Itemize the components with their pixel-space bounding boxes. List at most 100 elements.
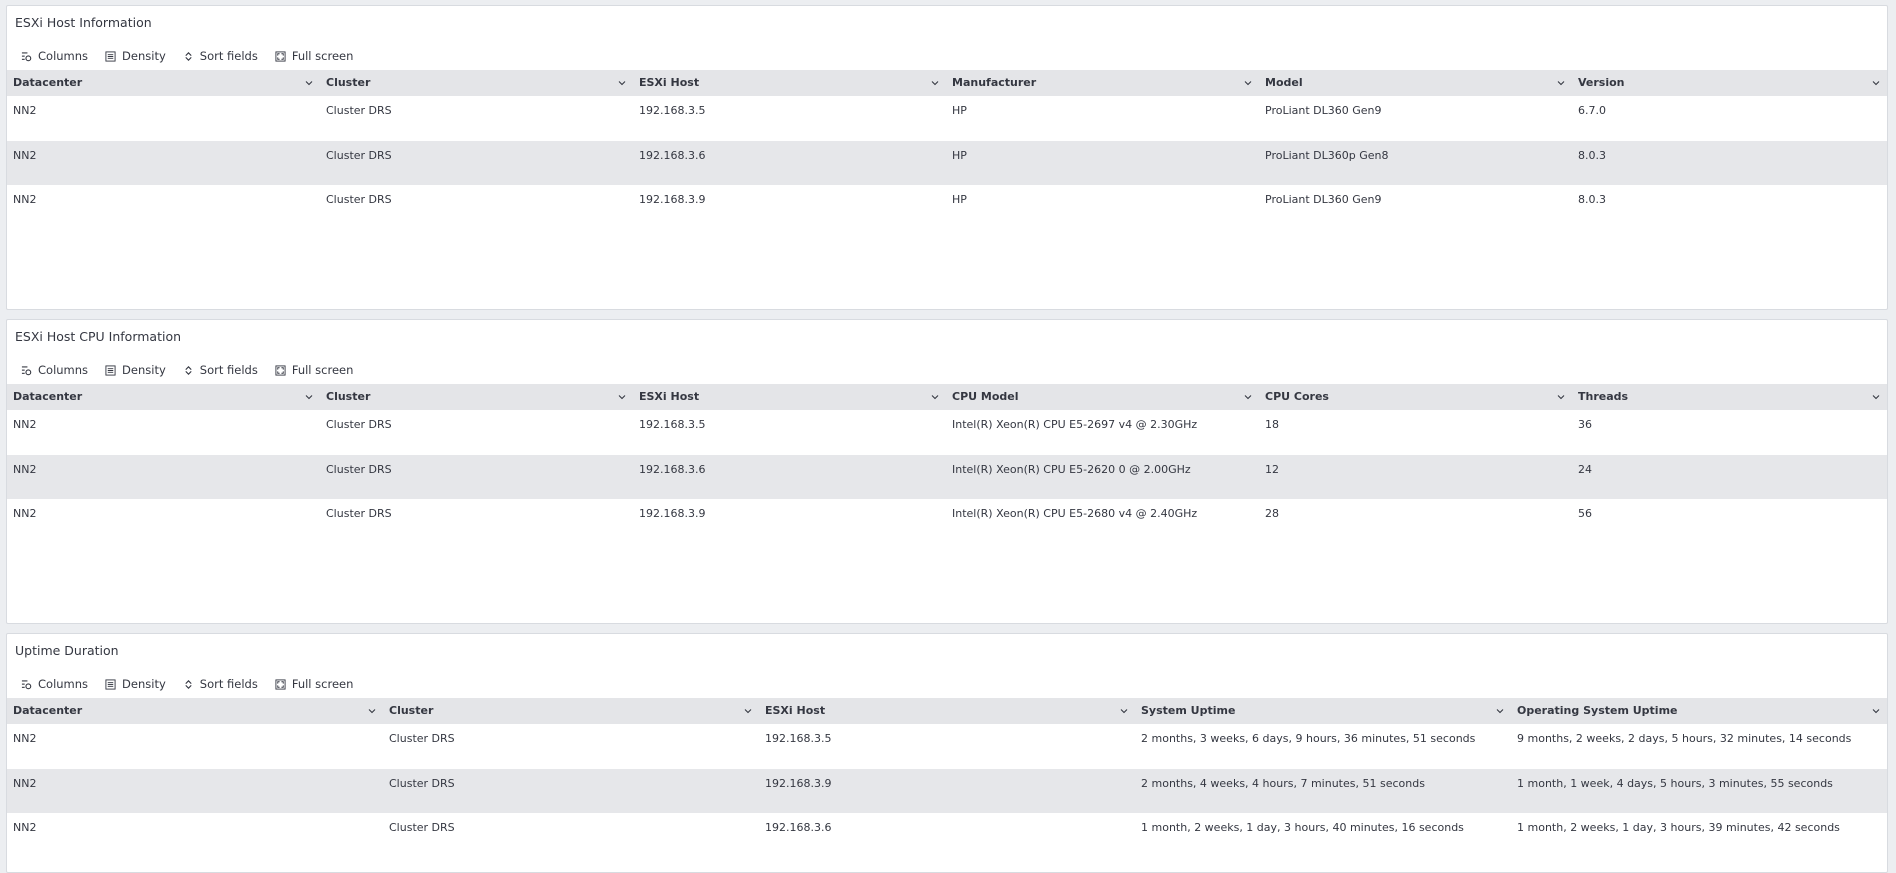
density-button[interactable]: Density — [105, 677, 166, 691]
full-screen-label: Full screen — [291, 677, 354, 691]
cell-datacenter: NN2 — [13, 149, 37, 162]
columns-button[interactable]: Columns — [21, 49, 88, 63]
column-header-esxi-host[interactable]: ESXi Host — [759, 698, 1135, 724]
chevron-down-icon[interactable] — [1871, 392, 1881, 402]
column-header-label: CPU Model — [952, 390, 1019, 403]
full-screen-button[interactable]: Full screen — [275, 677, 354, 691]
cell-datacenter: NN2 — [13, 507, 37, 520]
cell-threads: 56 — [1578, 507, 1592, 520]
cell-datacenter: NN2 — [13, 463, 37, 476]
cell-cluster: Cluster DRS — [326, 149, 392, 162]
sort-fields-label: Sort fields — [199, 677, 258, 691]
column-header-version[interactable]: Version — [1572, 70, 1887, 96]
table-row[interactable]: NN2 Cluster DRS 192.168.3.9 HP ProLiant DL36… — [7, 185, 1887, 229]
table-row[interactable]: NN2 Cluster DRS 192.168.3.5 2 months, 3 wee… — [7, 724, 1887, 769]
cell-esxi-host: 192.168.3.6 — [639, 463, 706, 476]
column-header-datacenter[interactable]: Datacenter — [7, 698, 383, 724]
panel-title: ESXi Host Information — [15, 15, 152, 30]
column-header-cluster[interactable]: Cluster — [320, 70, 633, 96]
cell-version: 8.0.3 — [1578, 149, 1606, 162]
chevron-down-icon[interactable] — [617, 78, 627, 88]
chevron-down-icon[interactable] — [1495, 706, 1505, 716]
columns-label: Columns — [38, 363, 89, 377]
sort-fields-label: Sort fields — [199, 363, 258, 377]
chevron-down-icon[interactable] — [930, 78, 940, 88]
table-row[interactable]: NN2 Cluster DRS 192.168.3.6 Intel(R) Xeon(R… — [7, 455, 1887, 499]
chevron-down-icon[interactable] — [1243, 392, 1253, 402]
sort-fields-button[interactable]: Sort fields — [183, 363, 258, 377]
column-header-system-uptime[interactable]: System Uptime — [1135, 698, 1511, 724]
cell-cpu-model: Intel(R) Xeon(R) CPU E5-2620 0 @ 2.00GHz — [952, 463, 1191, 476]
column-header-cluster[interactable]: Cluster — [320, 384, 633, 410]
columns-label: Columns — [38, 49, 89, 63]
sort-icon — [183, 365, 194, 376]
columns-icon — [21, 679, 32, 690]
full-screen-button[interactable]: Full screen — [275, 363, 353, 377]
full-screen-button[interactable]: Full screen — [275, 49, 354, 63]
full-screen-label: Full screen — [291, 49, 354, 63]
table-row[interactable]: NN2 Cluster DRS 192.168.3.9 Intel(R) Xeon(R… — [7, 499, 1887, 543]
chevron-down-icon[interactable] — [304, 78, 314, 88]
column-header-label: Datacenter — [13, 76, 83, 89]
column-header-label: ESXi Host — [639, 390, 700, 403]
cell-system-uptime: 1 month, 2 weeks, 1 day, 3 hours, 40 min… — [1141, 821, 1464, 834]
cell-cluster: Cluster DRS — [326, 507, 392, 520]
cell-datacenter: NN2 — [13, 418, 37, 431]
table-header-row: Datacenter Cluster ESXi Host Manufacturer Mo… — [7, 70, 1887, 96]
chevron-down-icon[interactable] — [1871, 78, 1881, 88]
chevron-down-icon[interactable] — [1556, 392, 1566, 402]
cell-cpu-cores: 12 — [1265, 463, 1279, 476]
sort-fields-button[interactable]: Sort fields — [183, 677, 258, 691]
cell-operating-system-uptime: 1 month, 2 weeks, 1 day, 3 hours, 39 min… — [1517, 821, 1840, 834]
cell-esxi-host: 192.168.3.5 — [639, 104, 706, 117]
columns-button[interactable]: Columns — [21, 363, 88, 377]
column-header-esxi-host[interactable]: ESXi Host — [633, 70, 946, 96]
column-header-cpu-model[interactable]: CPU Model — [946, 384, 1259, 410]
cell-cluster: Cluster DRS — [389, 777, 455, 790]
chevron-down-icon[interactable] — [1243, 78, 1253, 88]
density-button[interactable]: Density — [105, 49, 166, 63]
columns-button[interactable]: Columns — [21, 677, 88, 691]
column-header-operating-system-uptime[interactable]: Operating System Uptime — [1511, 698, 1887, 724]
table-row[interactable]: NN2 Cluster DRS 192.168.3.5 Intel(R) Xeon(R… — [7, 410, 1887, 455]
uptime-duration-table: Datacenter Cluster ESXi Host System Uptime O… — [7, 698, 1887, 857]
esxi-host-table: Datacenter Cluster ESXi Host Manufacturer Mo… — [7, 70, 1887, 229]
cell-datacenter: NN2 — [13, 821, 37, 834]
chevron-down-icon[interactable] — [1119, 706, 1129, 716]
cell-esxi-host: 192.168.3.9 — [639, 193, 706, 206]
chevron-down-icon[interactable] — [930, 392, 940, 402]
chevron-down-icon[interactable] — [304, 392, 314, 402]
column-header-datacenter[interactable]: Datacenter — [7, 70, 320, 96]
cell-datacenter: NN2 — [13, 732, 37, 745]
table-row[interactable]: NN2 Cluster DRS 192.168.3.6 1 month, 2 week… — [7, 813, 1887, 857]
column-header-label: CPU Cores — [1265, 390, 1329, 403]
cell-cpu-model: Intel(R) Xeon(R) CPU E5-2680 v4 @ 2.40GH… — [952, 507, 1198, 520]
chevron-down-icon[interactable] — [743, 706, 753, 716]
cell-cluster: Cluster DRS — [326, 193, 392, 206]
table-row[interactable]: NN2 Cluster DRS 192.168.3.5 HP ProLiant DL36… — [7, 96, 1887, 141]
chevron-down-icon[interactable] — [617, 392, 627, 402]
column-header-cpu-cores[interactable]: CPU Cores — [1259, 384, 1572, 410]
chevron-down-icon[interactable] — [1871, 706, 1881, 716]
column-header-label: Version — [1578, 76, 1625, 89]
sort-fields-button[interactable]: Sort fields — [183, 49, 258, 63]
column-header-manufacturer[interactable]: Manufacturer — [946, 70, 1259, 96]
density-label: Density — [122, 363, 166, 377]
column-header-label: Model — [1265, 76, 1303, 89]
cell-manufacturer: HP — [952, 193, 967, 206]
chevron-down-icon[interactable] — [1556, 78, 1566, 88]
chevron-down-icon[interactable] — [367, 706, 377, 716]
column-header-cluster[interactable]: Cluster — [383, 698, 759, 724]
column-header-model[interactable]: Model — [1259, 70, 1572, 96]
cell-model: ProLiant DL360 Gen9 — [1265, 104, 1382, 117]
cell-manufacturer: HP — [952, 104, 967, 117]
cell-operating-system-uptime: 1 month, 1 week, 4 days, 5 hours, 3 minu… — [1517, 777, 1833, 790]
table-row[interactable]: NN2 Cluster DRS 192.168.3.9 2 months, 4 wee… — [7, 769, 1887, 813]
column-header-threads[interactable]: Threads — [1572, 384, 1887, 410]
cell-esxi-host: 192.168.3.6 — [639, 149, 706, 162]
panel-title: Uptime Duration — [15, 643, 119, 658]
table-row[interactable]: NN2 Cluster DRS 192.168.3.6 HP ProLiant DL36… — [7, 141, 1887, 185]
density-button[interactable]: Density — [105, 363, 166, 377]
column-header-esxi-host[interactable]: ESXi Host — [633, 384, 946, 410]
column-header-datacenter[interactable]: Datacenter — [7, 384, 320, 410]
